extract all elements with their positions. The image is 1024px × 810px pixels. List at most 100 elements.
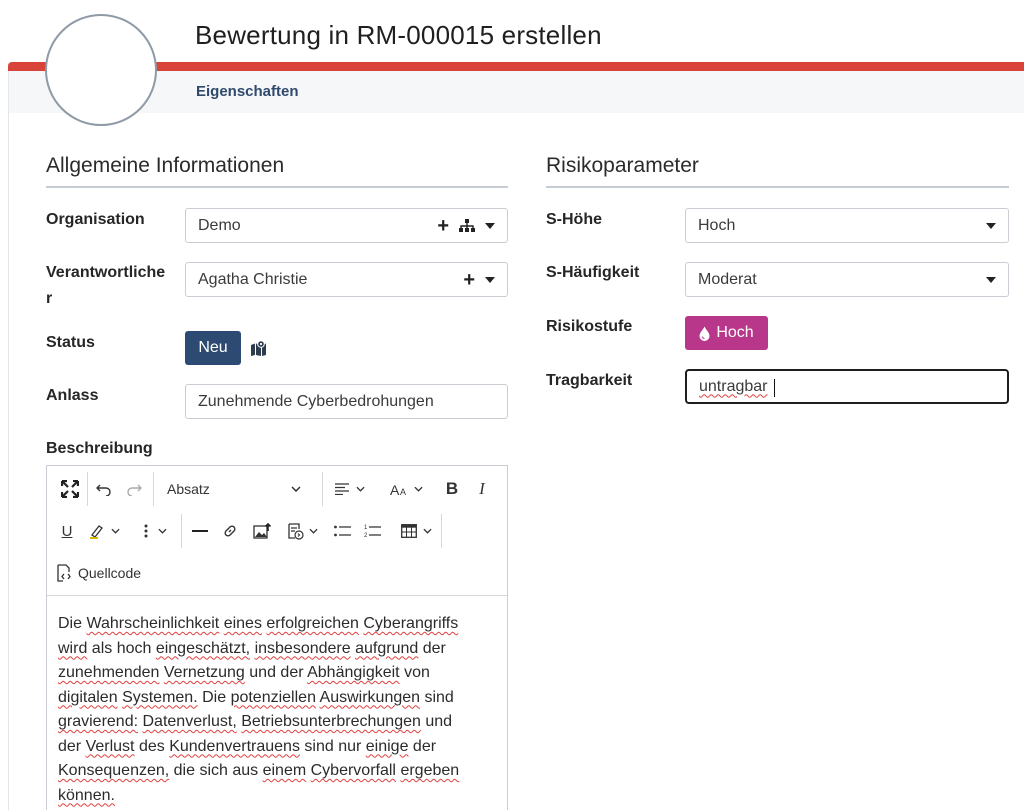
align-icon[interactable]	[329, 474, 369, 504]
avatar	[45, 14, 157, 126]
misspelled-word: Systemen.	[122, 688, 198, 706]
anlass-input[interactable]: Zunehmende Cyberbedrohungen	[185, 384, 508, 419]
verantwortlicher-select[interactable]: Agatha Christie +	[185, 262, 508, 297]
bulleted-list-icon[interactable]	[329, 516, 355, 546]
svg-text:A: A	[400, 487, 406, 496]
font-size-icon[interactable]: AA	[385, 474, 427, 504]
caret-down-icon[interactable]	[485, 276, 495, 283]
text-segment: und	[420, 713, 453, 730]
label-beschreibung: Beschreibung	[46, 440, 153, 457]
editor-line: wird als hoch eingeschätzt, insbesondere…	[58, 637, 498, 662]
toolbar-separator	[181, 514, 182, 548]
section-title-general: Allgemeine Informationen	[46, 154, 285, 177]
organisation-select[interactable]: Demo +	[185, 208, 508, 243]
s-hoehe-select[interactable]: Hoch	[685, 208, 1009, 243]
section-title-risk: Risikoparameter	[546, 154, 699, 177]
editor-line: gravierend: Datenverlust, Betriebsunterb…	[58, 710, 498, 735]
sitemap-icon[interactable]	[459, 218, 475, 233]
misspelled-word: können.	[58, 786, 115, 804]
plus-icon[interactable]: +	[437, 216, 449, 236]
misspelled-word: Wahrscheinlichkeit	[86, 615, 220, 632]
underline-icon[interactable]: U	[55, 516, 79, 546]
table-icon[interactable]	[395, 516, 437, 546]
misspelled-word: Abhängigkeit	[307, 664, 400, 681]
misspelled-word: einige	[365, 737, 409, 755]
source-code-label: Quellcode	[78, 565, 142, 581]
misspelled-word: erfolgreichen	[266, 615, 359, 632]
svg-text:1: 1	[364, 525, 368, 531]
heading-select[interactable]: Absatz	[159, 474, 309, 504]
misspelled-word: Vernetzung	[163, 664, 245, 681]
risk-level-label: Hoch	[716, 324, 754, 341]
editor-line: zunehmenden Vernetzung und der Abhängigk…	[58, 661, 498, 686]
editor-toolbar: Absatz AA B I U 1 2 Quellcode	[47, 466, 507, 596]
drop-icon	[699, 326, 710, 341]
s-haeufigkeit-select[interactable]: Moderat	[685, 262, 1009, 297]
text-cursor	[774, 379, 775, 397]
misspelled-word: insbesondere	[254, 639, 351, 657]
editor-line: Konsequenzen, die sich aus einem Cybervo…	[58, 759, 498, 784]
misspelled-word: zunehmenden	[58, 664, 160, 681]
label-s-haeufigkeit: S-Häufigkeit	[546, 264, 640, 281]
label-organisation: Organisation	[46, 211, 145, 228]
italic-icon[interactable]: I	[469, 474, 495, 504]
text-segment: Die	[197, 688, 231, 706]
text-segment: von	[399, 664, 430, 681]
text-segment: die sich aus	[169, 762, 263, 779]
source-code-button[interactable]: Quellcode	[55, 558, 155, 588]
misspelled-word: digitalen	[58, 688, 118, 706]
caret-down-icon[interactable]	[485, 222, 495, 229]
text-segment: des	[134, 737, 170, 755]
horizontal-line-icon[interactable]	[187, 516, 213, 546]
bold-icon[interactable]: B	[439, 474, 465, 504]
frame-border	[8, 71, 9, 810]
toolbar-separator	[87, 472, 88, 506]
text-segment: der	[58, 737, 86, 755]
text-segment: sind nur	[299, 737, 366, 755]
misspelled-word: wird	[58, 639, 88, 657]
misspelled-word: eingeschätzt,	[155, 639, 251, 657]
text-segment: der	[408, 737, 437, 755]
misspelled-word: Konsequenzen,	[58, 762, 170, 779]
verantwortlicher-value: Agatha Christie	[198, 270, 308, 288]
svg-text:2: 2	[364, 533, 368, 538]
misspelled-word: einem	[262, 762, 307, 779]
svg-text:A: A	[390, 482, 400, 496]
label-tragbarkeit: Tragbarkeit	[546, 372, 633, 389]
fullscreen-icon[interactable]	[55, 474, 85, 504]
toolbar-separator	[153, 472, 154, 506]
more-icon[interactable]	[135, 516, 175, 546]
editor-line: Die Wahrscheinlichkeit eines erfolgreich…	[58, 612, 498, 637]
s-hoehe-value: Hoch	[698, 216, 736, 234]
undo-icon[interactable]	[91, 474, 117, 504]
plus-icon[interactable]: +	[463, 270, 475, 290]
insert-template-icon[interactable]	[281, 516, 323, 546]
caret-down-icon	[986, 222, 996, 229]
label-verantwortlicher: Verantwortliche r	[46, 264, 166, 307]
link-icon[interactable]	[217, 516, 243, 546]
tragbarkeit-value: untragbar	[699, 377, 768, 395]
misspelled-word: potenziellen	[230, 688, 316, 706]
map-icon[interactable]	[250, 340, 267, 356]
section-divider	[546, 186, 1009, 188]
editor-line: können.	[58, 784, 498, 809]
tab-eigenschaften[interactable]: Eigenschaften	[196, 83, 299, 100]
tab-bar	[8, 71, 1024, 113]
redo-icon[interactable]	[121, 474, 147, 504]
highlight-icon[interactable]	[83, 516, 125, 546]
misspelled-word: ergeben	[400, 762, 460, 779]
editor-line: der Verlust des Kundenvertrauens sind nu…	[58, 735, 498, 760]
label-s-hoehe: S-Höhe	[546, 211, 602, 228]
s-haeufigkeit-value: Moderat	[698, 270, 757, 288]
organisation-value: Demo	[198, 216, 241, 234]
status-badge[interactable]: Neu	[185, 331, 241, 365]
chevron-down-icon	[291, 486, 301, 492]
source-code-icon	[57, 564, 71, 582]
description-editor[interactable]: Absatz AA B I U 1 2 Quellcode Die Wahrsc…	[46, 465, 508, 810]
tragbarkeit-input[interactable]: untragbar	[685, 369, 1009, 404]
numbered-list-icon[interactable]: 12	[359, 516, 385, 546]
text-segment: und der	[244, 664, 308, 681]
image-upload-icon[interactable]	[249, 516, 275, 546]
misspelled-word: aufgrund	[355, 639, 419, 657]
editor-content[interactable]: Die Wahrscheinlichkeit eines erfolgreich…	[58, 612, 498, 808]
